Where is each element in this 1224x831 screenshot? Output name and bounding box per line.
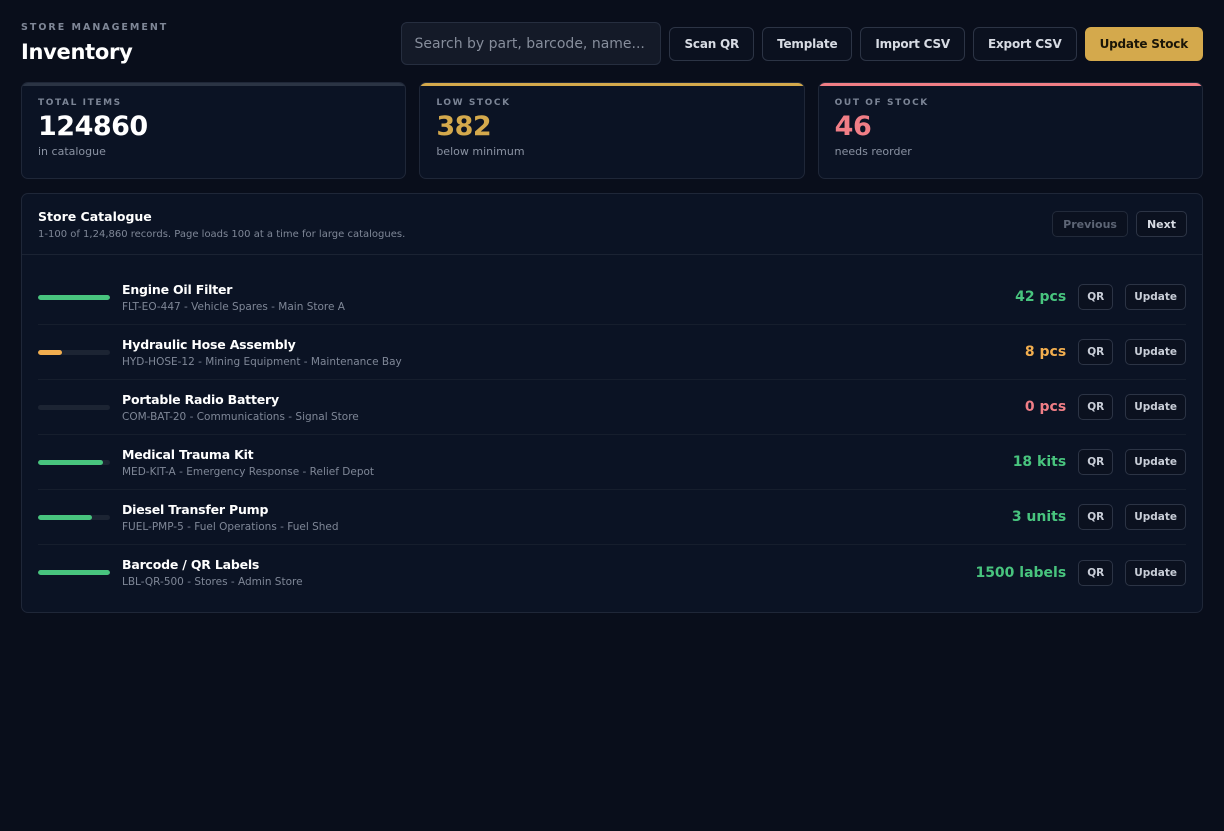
item-name: Portable Radio Battery xyxy=(122,391,279,407)
item-quantity: 0 pcs xyxy=(1024,399,1067,415)
list-item: Portable Radio Battery COM-BAT-20 - Comm… xyxy=(38,380,1186,435)
scan-qr-button[interactable]: Scan QR xyxy=(669,26,755,61)
template-button[interactable]: Template xyxy=(762,26,853,61)
inventory-page: STORE MANAGEMENT Inventory Scan QR Templ… xyxy=(0,0,1224,831)
page-header: STORE MANAGEMENT Inventory Scan QR Templ… xyxy=(21,0,1203,82)
list-item: Engine Oil Filter FLT-EO-447 - Vehicle S… xyxy=(38,270,1186,325)
item-update-button[interactable]: Update xyxy=(1125,394,1186,420)
catalogue-subtitle: 1-100 of 1,24,860 records. Page loads 10… xyxy=(38,229,406,240)
stat-value: 46 xyxy=(834,111,872,142)
stock-level-bar xyxy=(38,294,110,300)
section-eyebrow: STORE MANAGEMENT xyxy=(21,22,169,33)
item-name: Barcode / QR Labels xyxy=(122,557,260,572)
stock-level-fill xyxy=(38,459,103,465)
previous-page-button[interactable]: Previous xyxy=(1052,211,1128,237)
stock-level-bar xyxy=(38,404,110,410)
item-name: Diesel Transfer Pump xyxy=(122,501,269,517)
stock-level-bar xyxy=(38,570,110,575)
stat-caption: in catalogue xyxy=(38,145,106,158)
next-page-button[interactable]: Next xyxy=(1135,211,1187,237)
item-info: Hydraulic Hose Assembly HYD-HOSE-12 - Mi… xyxy=(122,337,1025,368)
stat-value: 124860 xyxy=(38,111,148,142)
list-item: Diesel Transfer Pump FUEL-PMP-5 - Fuel O… xyxy=(38,490,1186,545)
stock-level-fill xyxy=(38,570,110,575)
list-item: Hydraulic Hose Assembly HYD-HOSE-12 - Mi… xyxy=(38,325,1186,380)
page-title: Inventory xyxy=(21,40,133,64)
stock-level-bar xyxy=(38,514,110,520)
stat-card-out-of-stock: OUT OF STOCK 46 needs reorder xyxy=(817,82,1203,179)
item-qr-button[interactable]: QR xyxy=(1078,559,1114,586)
list-item: Medical Trauma Kit MED-KIT-A - Emergency… xyxy=(38,435,1186,490)
item-name: Hydraulic Hose Assembly xyxy=(122,336,296,352)
item-qr-button[interactable]: QR xyxy=(1078,504,1114,530)
item-update-button[interactable]: Update xyxy=(1125,339,1186,365)
item-meta: FUEL-PMP-5 - Fuel Operations - Fuel Shed xyxy=(122,520,339,533)
item-quantity: 1500 labels xyxy=(975,564,1067,581)
item-update-button[interactable]: Update xyxy=(1125,284,1186,310)
item-meta: COM-BAT-20 - Communications - Signal Sto… xyxy=(122,410,359,423)
catalogue-list: Engine Oil Filter FLT-EO-447 - Vehicle S… xyxy=(22,255,1202,600)
stat-label: TOTAL ITEMS xyxy=(38,98,122,108)
item-meta: HYD-HOSE-12 - Mining Equipment - Mainten… xyxy=(122,355,402,368)
stock-level-bar xyxy=(38,349,110,355)
stat-caption: below minimum xyxy=(436,145,525,158)
header-actions: Scan QR Template Import CSV Export CSV U… xyxy=(401,22,1203,65)
item-meta: LBL-QR-500 - Stores - Admin Store xyxy=(122,576,303,588)
item-quantity: 3 units xyxy=(1011,509,1067,525)
update-stock-button[interactable]: Update Stock xyxy=(1084,26,1203,61)
stat-card-low-stock: LOW STOCK 382 below minimum xyxy=(419,82,805,179)
export-csv-button[interactable]: Export CSV xyxy=(973,26,1077,61)
item-info: Barcode / QR Labels LBL-QR-500 - Stores … xyxy=(122,557,975,588)
item-quantity: 42 pcs xyxy=(1015,289,1067,305)
item-meta: FLT-EO-447 - Vehicle Spares - Main Store… xyxy=(122,300,345,313)
item-qr-button[interactable]: QR xyxy=(1078,394,1114,420)
pagination: Previous Next xyxy=(1052,211,1187,237)
stock-level-fill xyxy=(38,294,110,300)
stock-level-fill xyxy=(38,349,62,355)
item-update-button[interactable]: Update xyxy=(1125,449,1186,475)
item-name: Engine Oil Filter xyxy=(122,281,233,297)
stat-caption: needs reorder xyxy=(834,145,912,158)
item-name: Medical Trauma Kit xyxy=(122,446,254,462)
stat-card-total-items: TOTAL ITEMS 124860 in catalogue xyxy=(21,82,407,179)
item-update-button[interactable]: Update xyxy=(1125,504,1186,530)
list-item: Barcode / QR Labels LBL-QR-500 - Stores … xyxy=(38,545,1186,600)
item-meta: MED-KIT-A - Emergency Response - Relief … xyxy=(122,465,375,478)
item-qr-button[interactable]: QR xyxy=(1078,284,1114,310)
item-info: Medical Trauma Kit MED-KIT-A - Emergency… xyxy=(122,447,1013,478)
stat-label: LOW STOCK xyxy=(436,98,511,108)
store-catalogue-panel: Store Catalogue 1-100 of 1,24,860 record… xyxy=(21,193,1203,613)
stock-level-bar xyxy=(38,459,110,465)
item-qr-button[interactable]: QR xyxy=(1078,449,1114,475)
catalogue-title: Store Catalogue xyxy=(38,209,152,224)
item-update-button[interactable]: Update xyxy=(1125,559,1186,586)
stock-level-fill xyxy=(38,514,92,520)
search-input[interactable] xyxy=(401,22,662,65)
catalogue-header: Store Catalogue 1-100 of 1,24,860 record… xyxy=(22,194,1202,255)
item-info: Portable Radio Battery COM-BAT-20 - Comm… xyxy=(122,392,1025,423)
stat-label: OUT OF STOCK xyxy=(834,98,929,108)
item-info: Engine Oil Filter FLT-EO-447 - Vehicle S… xyxy=(122,282,1015,313)
item-qr-button[interactable]: QR xyxy=(1078,339,1114,365)
stat-cards: TOTAL ITEMS 124860 in catalogue LOW STOC… xyxy=(21,82,1203,179)
import-csv-button[interactable]: Import CSV xyxy=(860,26,966,61)
item-info: Diesel Transfer Pump FUEL-PMP-5 - Fuel O… xyxy=(122,502,1012,533)
item-quantity: 18 kits xyxy=(1012,454,1067,470)
item-quantity: 8 pcs xyxy=(1024,344,1067,360)
stat-value: 382 xyxy=(436,111,492,142)
